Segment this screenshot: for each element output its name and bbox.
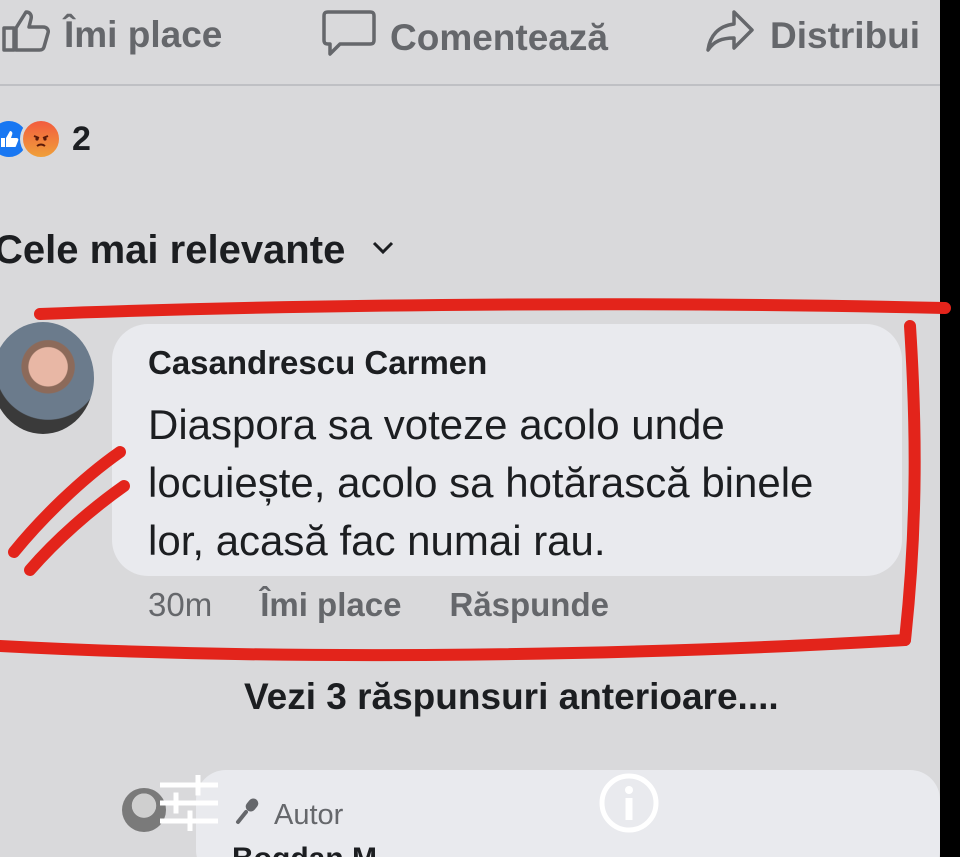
comment-author[interactable]: Casandrescu Carmen [148,344,487,382]
comment-meta: 30m Îmi place Răspunde [148,586,609,624]
view-previous-replies-link[interactable]: Vezi 3 răspunsuri anterioare.... [244,676,779,718]
comment-time: 30m [148,586,213,623]
post-action-bar: Îmi place Comentează Distribui [0,0,940,86]
share-button[interactable]: Distribui [704,8,920,63]
adjustments-icon[interactable] [159,774,219,836]
chevron-down-icon [371,240,395,261]
comment-line: lor, acasă fac numai rau. [148,517,606,564]
reaction-count: 2 [72,119,91,158]
microphone-icon [234,796,264,834]
screen-edge [940,0,960,857]
avatar[interactable] [0,322,94,434]
share-arrow-icon [704,8,756,63]
comment-reply-button[interactable]: Răspunde [449,586,609,624]
comment-line: locuiește, acolo sa hotărască binele [148,459,814,506]
like-button[interactable]: Îmi place [0,8,222,61]
comment-line: Diaspora sa voteze acolo unde [148,401,725,448]
divider [0,84,940,86]
comment-sort-dropdown[interactable]: Cele mai relevante [0,228,395,273]
comment-bubble-icon [322,8,376,67]
thumbs-up-icon [0,8,50,61]
author-badge: Autor [234,796,343,834]
sort-label: Cele mai relevante [0,228,346,272]
reactions-summary[interactable]: 2 [0,118,91,160]
comment-author[interactable]: Bogdan M [232,842,377,857]
like-label: Îmi place [64,13,223,55]
author-badge-label: Autor [274,798,344,831]
comment-text: Diaspora sa voteze acolo unde locuiește,… [148,396,888,570]
info-icon[interactable] [598,772,660,839]
comment-button[interactable]: Comentează [322,8,608,67]
comment-like-button[interactable]: Îmi place [260,586,401,624]
comment-label: Comentează [390,16,608,58]
share-label: Distribui [770,14,921,56]
angry-icon [20,118,62,160]
